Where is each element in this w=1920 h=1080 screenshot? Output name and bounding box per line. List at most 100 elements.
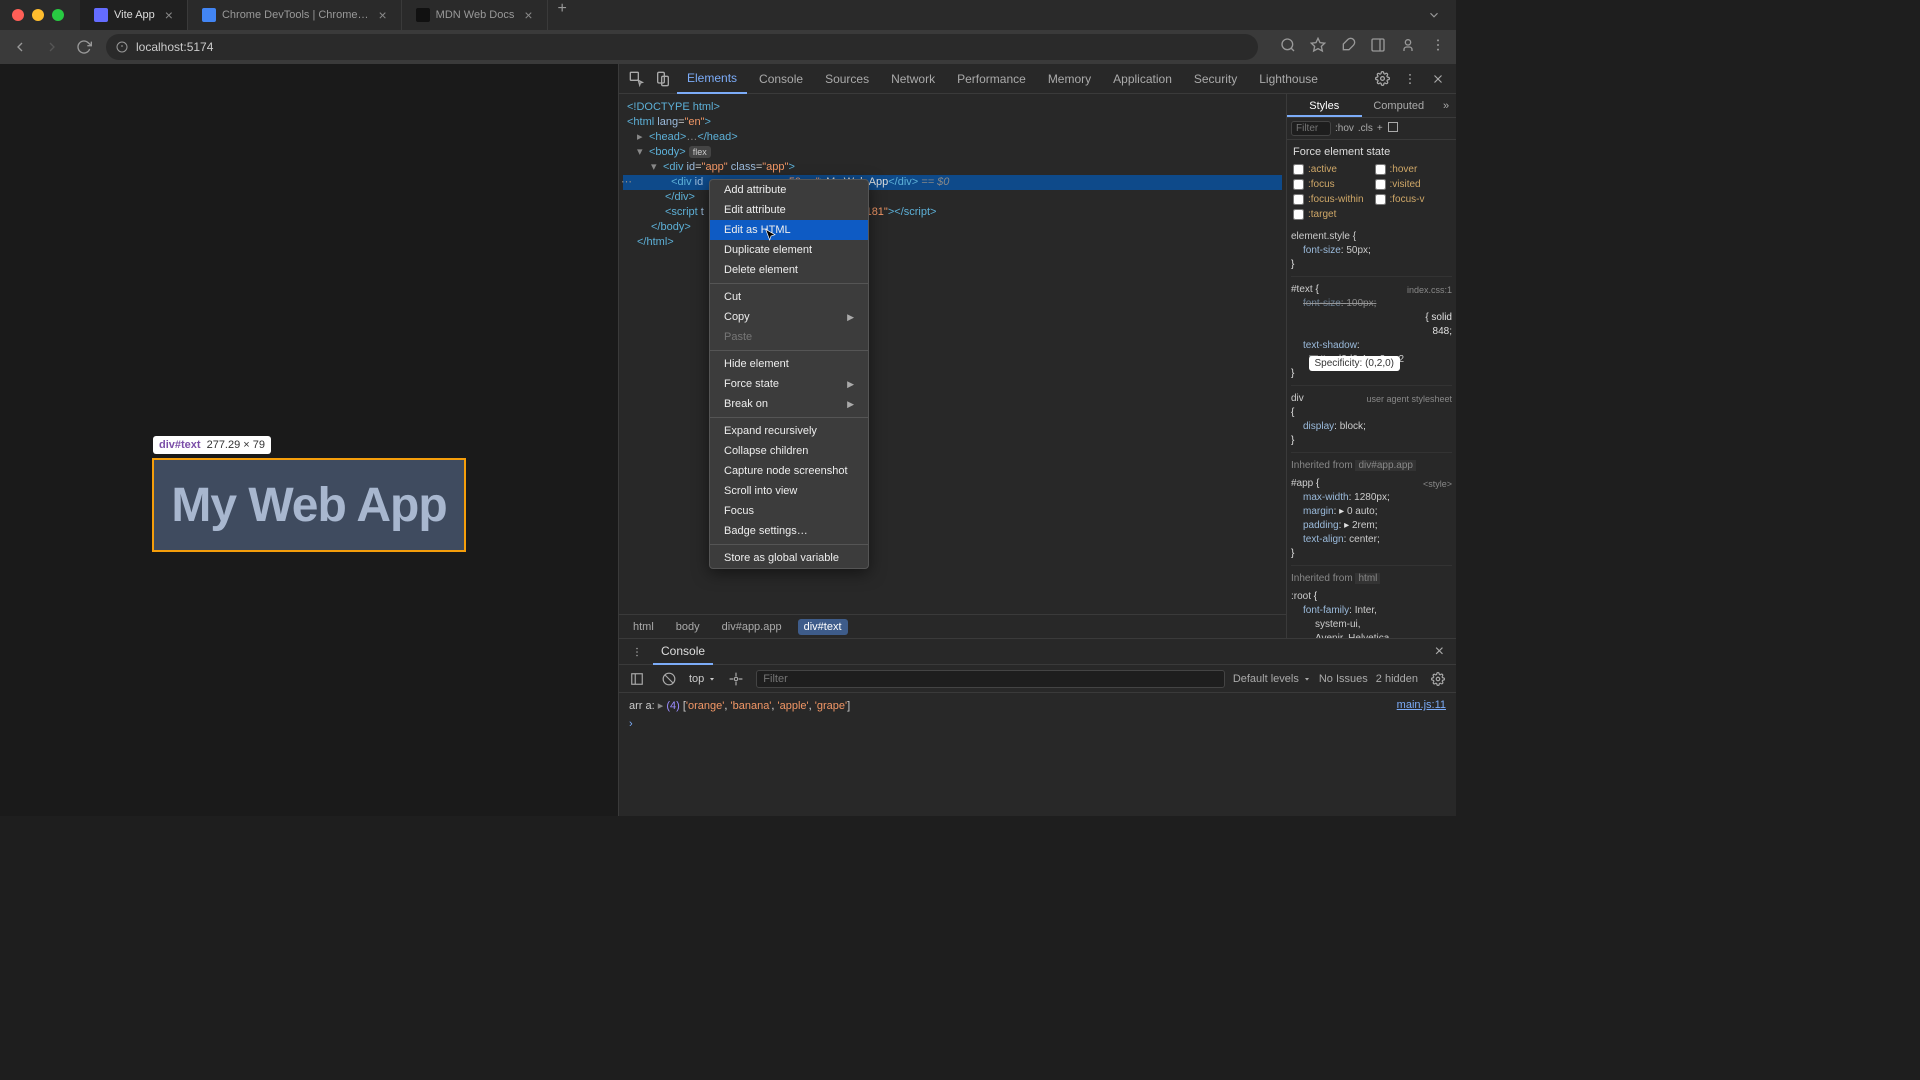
console-filter-input[interactable]	[756, 670, 1225, 688]
highlighted-element[interactable]: My Web App	[152, 458, 466, 552]
device-toggle-icon[interactable]	[651, 67, 675, 91]
zoom-icon[interactable]	[1280, 37, 1296, 58]
styles-tab-computed[interactable]: Computed	[1362, 94, 1437, 117]
drawer-menu-icon[interactable]	[625, 640, 649, 664]
tab-console[interactable]: Console	[749, 64, 813, 94]
dom-node[interactable]: ▾<body>flex	[623, 145, 1282, 160]
ctx-item[interactable]: Scroll into view	[710, 481, 868, 501]
tab-memory[interactable]: Memory	[1038, 64, 1101, 94]
inherited-label: Inherited from div#app.app	[1291, 459, 1452, 473]
dom-node[interactable]: <!DOCTYPE html>	[623, 100, 1282, 115]
ctx-item[interactable]: Cut	[710, 287, 868, 307]
clear-console-icon[interactable]	[657, 667, 681, 691]
more-icon[interactable]	[1398, 67, 1422, 91]
styles-tab-styles[interactable]: Styles	[1287, 94, 1362, 117]
new-style-icon[interactable]: +	[1377, 123, 1383, 134]
tab-elements[interactable]: Elements	[677, 64, 747, 94]
ctx-item[interactable]: Store as global variable	[710, 548, 868, 568]
tab-performance[interactable]: Performance	[947, 64, 1036, 94]
style-rules[interactable]: element.style { font-size: 50px; } #text…	[1287, 226, 1456, 638]
page-viewport[interactable]: div#text 277.29 × 79 My Web App	[0, 64, 618, 816]
dom-node[interactable]: ▸<head>…</head>	[623, 130, 1282, 145]
close-devtools-icon[interactable]	[1426, 67, 1450, 91]
back-button[interactable]	[10, 37, 30, 57]
force-focus-visible[interactable]: :focus-v	[1375, 194, 1451, 205]
console-settings-icon[interactable]	[1426, 667, 1450, 691]
maximize-window-button[interactable]	[52, 9, 64, 21]
close-window-button[interactable]	[12, 9, 24, 21]
crumb-text[interactable]: div#text	[798, 619, 848, 635]
inspect-element-icon[interactable]	[625, 67, 649, 91]
url-input[interactable]: localhost:5174	[106, 34, 1258, 60]
log-entry[interactable]: arr a: ▸ (4) ['orange', 'banana', 'apple…	[629, 699, 1446, 712]
force-active[interactable]: :active	[1293, 164, 1369, 175]
tab-title: MDN Web Docs	[436, 9, 515, 21]
ctx-item[interactable]: Edit attribute	[710, 200, 868, 220]
force-hover[interactable]: :hover	[1375, 164, 1451, 175]
styles-filter-input[interactable]	[1291, 121, 1331, 136]
hov-toggle[interactable]: :hov	[1335, 123, 1354, 134]
profile-icon[interactable]	[1400, 37, 1416, 58]
close-drawer-icon[interactable]: ×	[1429, 643, 1450, 661]
ctx-item[interactable]: Edit as HTML	[710, 220, 868, 240]
close-tab-icon[interactable]: ×	[378, 7, 386, 23]
crumb-body[interactable]: body	[670, 619, 706, 635]
hidden-count[interactable]: 2 hidden	[1376, 673, 1418, 685]
crumb-app[interactable]: div#app.app	[716, 619, 788, 635]
console-drawer-tab[interactable]: Console	[653, 639, 713, 665]
cls-toggle[interactable]: .cls	[1358, 123, 1373, 134]
ctx-item[interactable]: Badge settings…	[710, 521, 868, 541]
tab-dropdown-icon[interactable]	[1424, 5, 1444, 25]
force-state-title: Force element state	[1293, 146, 1450, 158]
tab-security[interactable]: Security	[1184, 64, 1247, 94]
ctx-item[interactable]: Force state▶	[710, 374, 868, 394]
tab-mdn[interactable]: MDN Web Docs ×	[402, 0, 548, 30]
ctx-item[interactable]: Duplicate element	[710, 240, 868, 260]
reload-button[interactable]	[74, 37, 94, 57]
console-sidebar-icon[interactable]	[625, 667, 649, 691]
tab-lighthouse[interactable]: Lighthouse	[1249, 64, 1328, 94]
issues-count[interactable]: No Issues	[1319, 673, 1368, 685]
ctx-item[interactable]: Expand recursively	[710, 421, 868, 441]
dom-node[interactable]: ▾<div id="app" class="app">	[623, 160, 1282, 175]
console-output[interactable]: arr a: ▸ (4) ['orange', 'banana', 'apple…	[619, 693, 1456, 816]
menu-icon[interactable]	[1430, 37, 1446, 58]
force-focus-within[interactable]: :focus-within	[1293, 194, 1369, 205]
tab-devtools-docs[interactable]: Chrome DevTools | Chrome… ×	[188, 0, 402, 30]
force-visited[interactable]: :visited	[1375, 179, 1451, 190]
force-target[interactable]: :target	[1293, 209, 1369, 220]
tab-network[interactable]: Network	[881, 64, 945, 94]
live-expression-icon[interactable]	[724, 667, 748, 691]
ctx-item[interactable]: Hide element	[710, 354, 868, 374]
styles-panel: Styles Computed » :hov .cls + Force elem…	[1286, 94, 1456, 638]
forward-button[interactable]	[42, 37, 62, 57]
bookmark-icon[interactable]	[1310, 37, 1326, 58]
minimize-window-button[interactable]	[32, 9, 44, 21]
ctx-item[interactable]: Collapse children	[710, 441, 868, 461]
more-tabs-icon[interactable]: »	[1436, 94, 1456, 117]
computed-toggle-icon[interactable]	[1387, 121, 1399, 136]
settings-icon[interactable]	[1370, 67, 1394, 91]
log-levels-select[interactable]: Default levels	[1233, 673, 1311, 685]
ctx-item[interactable]: Capture node screenshot	[710, 461, 868, 481]
ctx-item[interactable]: Add attribute	[710, 180, 868, 200]
side-panel-icon[interactable]	[1370, 37, 1386, 58]
tab-application[interactable]: Application	[1103, 64, 1182, 94]
site-info-icon[interactable]	[116, 41, 128, 53]
tab-sources[interactable]: Sources	[815, 64, 879, 94]
ctx-item[interactable]: Copy▶	[710, 307, 868, 327]
tab-vite-app[interactable]: Vite App ×	[80, 0, 188, 30]
close-tab-icon[interactable]: ×	[165, 7, 173, 23]
extensions-icon[interactable]	[1340, 37, 1356, 58]
close-tab-icon[interactable]: ×	[524, 7, 532, 23]
new-tab-button[interactable]: +	[548, 0, 577, 30]
crumb-html[interactable]: html	[627, 619, 660, 635]
console-prompt[interactable]: ›	[629, 718, 1446, 730]
ctx-item[interactable]: Focus	[710, 501, 868, 521]
context-select[interactable]: top	[689, 673, 716, 685]
ctx-item[interactable]: Break on▶	[710, 394, 868, 414]
dom-node[interactable]: <html lang="en">	[623, 115, 1282, 130]
ctx-item[interactable]: Delete element	[710, 260, 868, 280]
force-focus[interactable]: :focus	[1293, 179, 1369, 190]
log-source-link[interactable]: main.js:11	[1397, 699, 1446, 712]
